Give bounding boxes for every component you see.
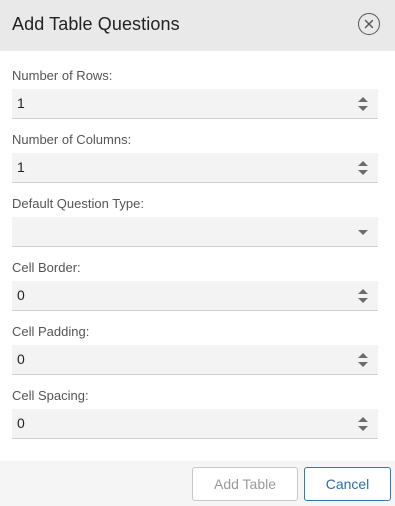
dialog-title: Add Table Questions [12,14,180,34]
spinner-icon[interactable] [357,415,369,433]
rows-input[interactable]: 1 [12,89,378,119]
spinner-icon[interactable] [357,287,369,305]
spinner-icon[interactable] [357,95,369,113]
cell-padding-input[interactable]: 0 [12,345,378,375]
close-button[interactable] [358,13,380,35]
cell-border-input[interactable]: 0 [12,281,378,311]
dialog-header: Add Table Questions [0,0,395,51]
rows-label: Number of Rows: [12,68,113,83]
cell-spacing-label: Cell Spacing: [12,388,89,403]
cell-border-label: Cell Border: [12,260,81,275]
question-type-select[interactable] [12,217,378,247]
dialog-footer: Add Table Cancel [0,461,395,506]
cell-spacing-value[interactable]: 0 [17,415,25,431]
close-icon [364,19,374,29]
cell-border-value[interactable]: 0 [17,287,25,303]
spinner-icon[interactable] [357,159,369,177]
chevron-down-icon[interactable] [357,229,369,236]
columns-value[interactable]: 1 [17,159,25,175]
add-table-dialog: Add Table Questions Number of Rows: 1 Nu… [0,0,395,506]
cancel-button[interactable]: Cancel [304,467,391,501]
question-type-label: Default Question Type: [12,196,145,211]
columns-label: Number of Columns: [12,132,132,147]
cell-padding-value[interactable]: 0 [17,351,25,367]
add-table-button[interactable]: Add Table [192,467,298,501]
columns-input[interactable]: 1 [12,153,378,183]
cell-spacing-input[interactable]: 0 [12,409,378,439]
rows-value[interactable]: 1 [17,95,25,111]
cell-padding-label: Cell Padding: [12,324,90,339]
spinner-icon[interactable] [357,351,369,369]
